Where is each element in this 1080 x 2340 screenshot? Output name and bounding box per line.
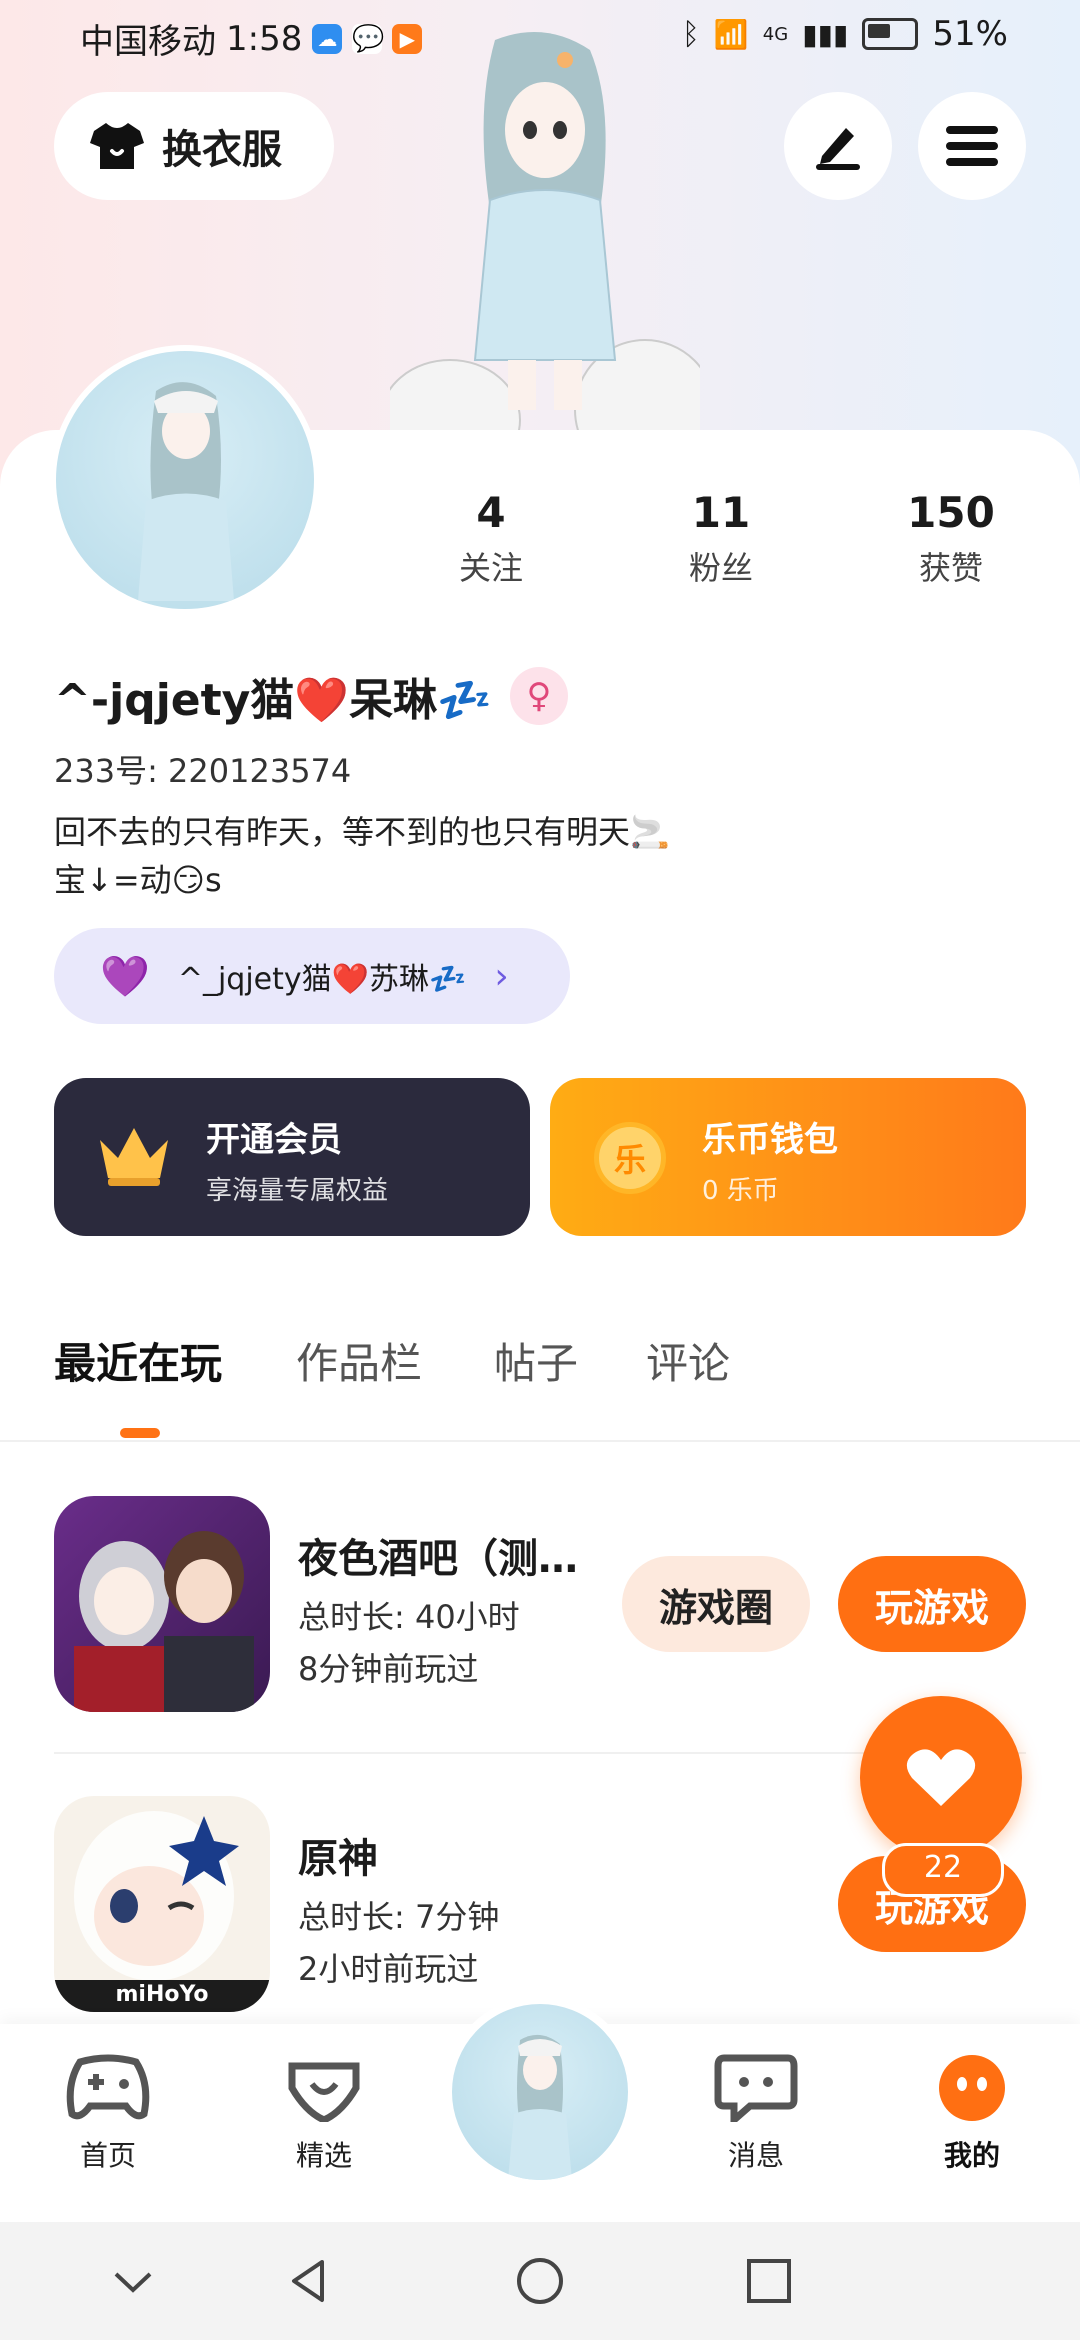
avatar-image — [138, 382, 234, 601]
nav-label: 我的 — [943, 2139, 1000, 2172]
change-outfit-label: 换衣服 — [162, 127, 282, 173]
signal-icon: ▮▮▮ — [802, 17, 849, 51]
nav-label: 消息 — [727, 2139, 784, 2172]
nav-center-avatar[interactable] — [444, 1996, 636, 2188]
game-name: 夜色酒吧（测… — [298, 1536, 578, 1582]
game-icon-brand: miHoYo — [115, 1982, 209, 2007]
bio-line: 回不去的只有昨天，等不到的也只有明天🚬 — [54, 813, 670, 851]
stat-value: 4 — [476, 488, 506, 537]
network-label: 4G — [762, 23, 789, 45]
tab-recent-play[interactable]: 最近在玩 — [54, 1330, 222, 1391]
tab-posts[interactable]: 帖子 — [494, 1330, 578, 1391]
game-icon: miHoYo — [54, 1796, 270, 2012]
nav-label: 精选 — [295, 2139, 352, 2172]
tab-comments[interactable]: 评论 — [646, 1330, 730, 1391]
cp-partner-name: ^_jqjety猫❤️苏琳💤 — [177, 962, 467, 997]
avatar[interactable] — [50, 345, 320, 615]
username-row: ^-jqjety猫❤️呆琳💤 ♀ — [54, 664, 568, 728]
stat-likes[interactable]: 150 获赞 — [871, 488, 1031, 589]
character-model[interactable] — [390, 30, 700, 430]
heart-icon — [906, 1749, 976, 1806]
coin-title: 乐币钱包 — [702, 1120, 838, 1160]
nav-label: 首页 — [79, 2139, 136, 2172]
carrier-label: 中国移动 — [80, 22, 216, 62]
username: ^-jqjety猫❤️呆琳💤 — [54, 675, 492, 726]
status-left: 中国移动 1:58 ☁ 💬 ▶ — [80, 14, 423, 63]
recents-icon[interactable] — [744, 2256, 794, 2306]
home-icon[interactable] — [515, 2256, 565, 2306]
stat-label: 关注 — [458, 549, 523, 587]
edit-profile-button[interactable] — [784, 92, 892, 200]
double-heart-icon: 💜 — [100, 953, 150, 1000]
like-count: 22 — [882, 1843, 1004, 1897]
stat-fans[interactable]: 11 粉丝 — [641, 488, 801, 589]
clock: 1:58 — [226, 18, 303, 59]
game-last-played: 8分钟前玩过 — [298, 1650, 479, 1688]
stat-value: 11 — [691, 488, 751, 537]
tab-indicator — [120, 1428, 160, 1438]
menu-button[interactable] — [918, 92, 1026, 200]
nav-messages[interactable]: 消息 — [686, 2054, 826, 2174]
bio-line: 宝↓=动😏s — [54, 861, 222, 899]
game-icon — [54, 1496, 270, 1712]
heart-shield-icon — [288, 2062, 360, 2124]
wifi-icon: 📶 — [713, 17, 749, 51]
stat-label: 粉丝 — [688, 549, 753, 587]
stat-following[interactable]: 4 关注 — [411, 488, 571, 589]
game-last-played: 2小时前玩过 — [298, 1950, 479, 1988]
game-name: 原神 — [298, 1836, 378, 1882]
coin-balance: 0 乐币 — [702, 1176, 779, 1206]
tshirt-icon — [90, 123, 144, 169]
vip-title: 开通会员 — [206, 1120, 342, 1160]
face-icon — [939, 2055, 1005, 2121]
female-gender-icon: ♀ — [509, 667, 568, 725]
crown-icon — [100, 1128, 168, 1186]
battery-icon — [862, 18, 919, 50]
change-outfit-button[interactable]: 换衣服 — [54, 92, 334, 200]
status-right: ᛒ 📶 4G ▮▮▮ 51% — [682, 14, 1008, 54]
game-playtime: 总时长: 40小时 — [298, 1598, 520, 1636]
system-navigation-bar — [0, 2222, 1080, 2340]
wechat-icon: 💬 — [352, 23, 385, 54]
nav-featured[interactable]: 精选 — [254, 2054, 394, 2174]
game-playtime: 总时长: 7分钟 — [298, 1898, 500, 1936]
cp-partner-pill[interactable]: 💜 ^_jqjety猫❤️苏琳💤 › — [54, 928, 570, 1024]
stat-label: 获赞 — [918, 549, 983, 587]
nav-home[interactable]: 首页 — [38, 2054, 178, 2174]
chevron-right-icon: › — [494, 955, 509, 997]
tab-works[interactable]: 作品栏 — [296, 1330, 422, 1391]
nav-me[interactable]: 我的 — [902, 2054, 1042, 2174]
chat-bubble-icon — [714, 2054, 798, 2128]
coin-wallet-card[interactable]: 乐 乐币钱包 0 乐币 — [550, 1078, 1026, 1236]
content-tabs: 最近在玩 作品栏 帖子 评论 — [0, 1330, 1080, 1442]
cloud-icon: ☁ — [312, 23, 343, 54]
user-id[interactable]: 233号: 220123574 — [54, 746, 351, 792]
bio: 回不去的只有昨天，等不到的也只有明天🚬 宝↓=动😏s — [54, 808, 670, 904]
coin-icon: 乐 — [594, 1122, 666, 1194]
play-game-button[interactable]: 玩游戏 — [838, 1556, 1026, 1652]
battery-label: 51% — [932, 14, 1008, 54]
collapse-keyboard-icon[interactable] — [108, 2256, 158, 2306]
game-circle-button[interactable]: 游戏圈 — [622, 1556, 810, 1652]
like-button[interactable] — [860, 1696, 1022, 1858]
pen-icon — [816, 128, 860, 170]
avatar-image — [508, 2034, 572, 2180]
hamburger-icon — [946, 126, 998, 166]
back-icon[interactable] — [284, 2256, 334, 2306]
vip-card[interactable]: 开通会员 享海量专属权益 — [54, 1078, 530, 1236]
stat-value: 150 — [907, 488, 995, 537]
gamepad-icon — [66, 2054, 150, 2120]
vip-subtitle: 享海量专属权益 — [206, 1176, 389, 1206]
